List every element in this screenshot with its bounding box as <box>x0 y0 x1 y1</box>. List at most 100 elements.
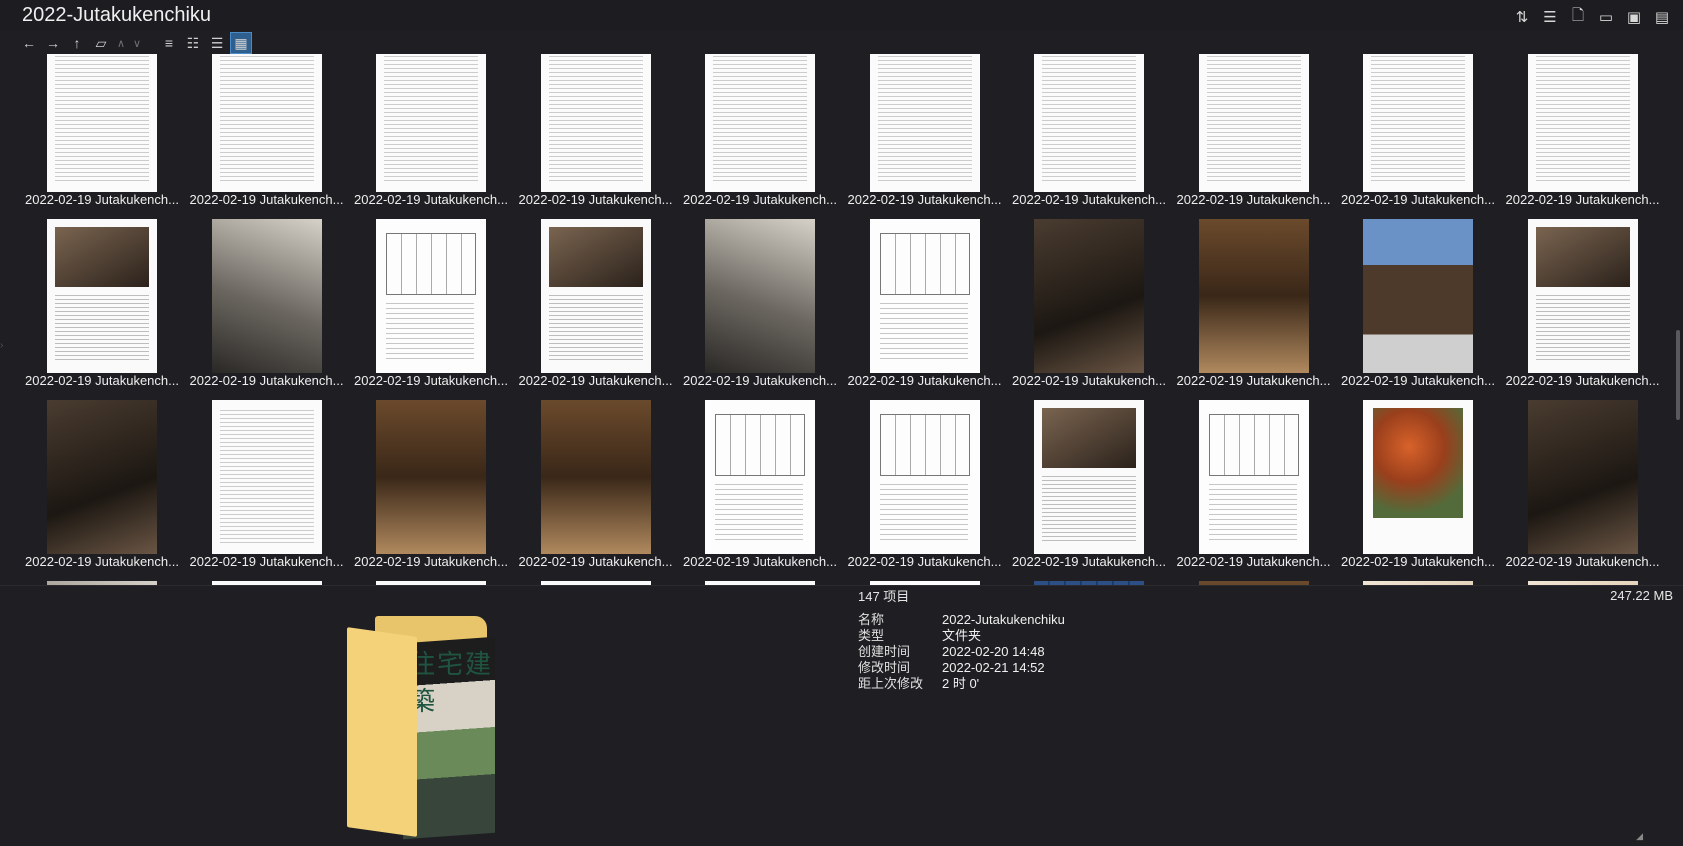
magazine-cover-title: 住宅建築 <box>409 650 494 717</box>
page-thumbnail-image <box>1363 54 1473 192</box>
page-thumbnail-image <box>869 54 980 192</box>
page-thumbnail-image <box>211 54 322 192</box>
vertical-scrollbar[interactable] <box>1676 330 1680 420</box>
page-thumbnail-image <box>705 219 815 373</box>
thumbnail-item[interactable]: 2022-02-19 Jutakukench... <box>187 54 347 219</box>
thumbnail-item[interactable]: 2022-02-19 Jutakukench... <box>22 219 182 400</box>
thumbnail-caption: 2022-02-19 Jutakukench... <box>354 192 508 207</box>
thumbnail-caption: 2022-02-19 Jutakukench... <box>354 373 508 388</box>
thumbnail-item[interactable]: 2022-02-19 Jutakukench... <box>1009 54 1169 219</box>
thumbnail-item[interactable]: 2022-02-19 Jutakukench... <box>1174 54 1334 219</box>
property-value: 文件夹 <box>942 628 982 643</box>
property-key: 距上次修改 <box>858 676 924 691</box>
page-thumbnail-image <box>1363 219 1473 373</box>
thumbnail-item[interactable]: 2022-02-19 Jutakukench... <box>680 54 840 219</box>
thumbnail-caption: 2022-02-19 Jutakukench... <box>1505 554 1660 569</box>
thumbnail-item[interactable]: 2022-02-19 Jutakukench... <box>1174 219 1334 400</box>
thumbnail-item[interactable]: 2022-02-19 Jutakukench... <box>1503 54 1663 219</box>
thumbnail-caption: 2022-02-19 Jutakukench... <box>25 192 179 207</box>
thumbnail-caption: 2022-02-19 Jutakukench... <box>25 373 179 388</box>
thumbnail-caption: 2022-02-19 Jutakukench... <box>1341 373 1495 388</box>
thumbnail-item[interactable]: 2022-02-19 Jutakukench... <box>1338 219 1498 400</box>
new-file-icon[interactable]: 🗋 <box>1567 6 1589 28</box>
folder-preview: 住宅建築 <box>345 612 517 840</box>
thumbnail-item[interactable]: 2022-02-19 Jutakukench... <box>845 400 1005 581</box>
thumbnail-item[interactable]: 2022-02-19 Jutakukench... <box>187 400 347 581</box>
thumbnail-view-icon[interactable]: ▦ <box>230 32 252 54</box>
property-row: 创建时间 2022-02-20 14:48 <box>858 644 1065 660</box>
thumbnail-item[interactable]: 2022-02-19 Jutakukench... <box>351 54 511 219</box>
thumbnail-item[interactable]: 2022-02-19 Jutakukench... <box>351 400 511 581</box>
page-thumbnail-image <box>47 54 157 192</box>
list-view-icon[interactable]: ≡ <box>158 32 180 54</box>
thumbnail-item[interactable]: 2022-02-19 Jutakukench... <box>1503 400 1663 581</box>
thumbnail-item[interactable]: 2022-02-19 Jutakukench... <box>516 54 676 219</box>
page-thumbnail-image <box>1363 400 1473 554</box>
page-thumbnail-image <box>1034 400 1144 554</box>
thumbnail-caption: 2022-02-19 Jutakukench... <box>1012 192 1166 207</box>
thumbnail-item[interactable]: 2022-02-19 Jutakukench... <box>845 54 1005 219</box>
thumbnail-item[interactable]: 2022-02-19 Jutakukench... <box>845 219 1005 400</box>
thumbnail-caption: 2022-02-19 Jutakukench... <box>683 373 837 388</box>
top-toolbar: ⇅ ☰ 🗋 ▭ ▣ ▤ <box>1511 6 1673 28</box>
folder-front-icon <box>347 627 417 837</box>
page-thumbnail-image <box>869 400 980 554</box>
thumbnail-caption: 2022-02-19 Jutakukench... <box>354 554 508 569</box>
page-thumbnail-image <box>1034 54 1144 192</box>
sidebar-collapse-handle[interactable]: › <box>0 340 8 351</box>
thumbnail-caption: 2022-02-19 Jutakukench... <box>189 192 344 207</box>
property-row: 距上次修改 2 时 0' <box>858 676 1065 692</box>
property-row: 名称 2022-Jutakukenchiku <box>858 612 1065 628</box>
thumbnail-caption: 2022-02-19 Jutakukench... <box>1505 373 1660 388</box>
thumbnail-item[interactable]: 2022-02-19 Jutakukench... <box>351 219 511 400</box>
page-thumbnail-image <box>1527 400 1638 554</box>
page-thumbnail-image <box>47 219 157 373</box>
page-thumbnail-image <box>1527 54 1638 192</box>
chevron-down-icon[interactable]: ∨ <box>130 32 144 54</box>
back-arrow-icon[interactable]: ← <box>18 32 40 54</box>
thumbnail-caption: 2022-02-19 Jutakukench... <box>518 373 673 388</box>
resize-grip-icon[interactable]: ◢ <box>1636 831 1643 842</box>
page-thumbnail-image <box>47 400 157 554</box>
chevron-up-icon[interactable]: ∧ <box>114 32 128 54</box>
folder-nav-icon[interactable]: ▱ <box>90 32 112 54</box>
thumbnail-item[interactable]: 2022-02-19 Jutakukench... <box>22 54 182 219</box>
details-view-icon[interactable]: ☷ <box>182 32 204 54</box>
thumbnail-caption: 2022-02-19 Jutakukench... <box>1505 192 1660 207</box>
thumbnail-caption: 2022-02-19 Jutakukench... <box>518 554 673 569</box>
compact-view-icon[interactable]: ☰ <box>206 32 228 54</box>
property-row: 修改时间 2022-02-21 14:52 <box>858 660 1065 676</box>
clipboard-icon[interactable]: ▤ <box>1651 6 1673 28</box>
thumbnail-item[interactable]: 2022-02-19 Jutakukench... <box>1338 400 1498 581</box>
thumbnail-item[interactable]: 2022-02-19 Jutakukench... <box>680 400 840 581</box>
pane-divider[interactable] <box>0 585 1683 586</box>
page-thumbnail-image <box>869 219 980 373</box>
forward-arrow-icon[interactable]: → <box>42 32 64 54</box>
thumbnail-item[interactable]: 2022-02-19 Jutakukench... <box>516 400 676 581</box>
file-settings-icon[interactable]: ▭ <box>1595 6 1617 28</box>
title-bar: 2022-Jutakukenchiku ⇅ ☰ 🗋 ▭ ▣ ▤ <box>0 0 1683 30</box>
thumbnail-item[interactable]: 2022-02-19 Jutakukench... <box>22 400 182 581</box>
thumbnail-item[interactable]: 2022-02-19 Jutakukench... <box>1009 400 1169 581</box>
thumbnail-item[interactable]: 2022-02-19 Jutakukench... <box>187 219 347 400</box>
thumbnail-item[interactable]: 2022-02-19 Jutakukench... <box>1503 219 1663 400</box>
total-size: 247.22 MB <box>1610 588 1673 603</box>
up-arrow-icon[interactable]: ↑ <box>66 32 88 54</box>
thumbnail-caption: 2022-02-19 Jutakukench... <box>683 192 837 207</box>
thumbnail-item[interactable]: 2022-02-19 Jutakukench... <box>516 219 676 400</box>
thumbnail-caption: 2022-02-19 Jutakukench... <box>1176 192 1331 207</box>
thumbnail-item[interactable]: 2022-02-19 Jutakukench... <box>1174 400 1334 581</box>
thumbnail-item[interactable]: 2022-02-19 Jutakukench... <box>680 219 840 400</box>
sort-icon[interactable]: ⇅ <box>1511 6 1533 28</box>
preview-pane-icon[interactable]: ▣ <box>1623 6 1645 28</box>
thumbnail-caption: 2022-02-19 Jutakukench... <box>1012 554 1166 569</box>
thumbnail-item[interactable]: 2022-02-19 Jutakukench... <box>1338 54 1498 219</box>
thumbnail-item[interactable]: 2022-02-19 Jutakukench... <box>1009 219 1169 400</box>
thumbnail-caption: 2022-02-19 Jutakukench... <box>1176 554 1331 569</box>
view-list-icon[interactable]: ☰ <box>1539 6 1561 28</box>
page-thumbnail-image <box>1198 219 1309 373</box>
thumbnail-caption: 2022-02-19 Jutakukench... <box>189 373 344 388</box>
property-key: 名称 <box>858 612 885 627</box>
thumbnail-caption: 2022-02-19 Jutakukench... <box>847 554 1002 569</box>
page-thumbnail-image <box>1198 400 1309 554</box>
